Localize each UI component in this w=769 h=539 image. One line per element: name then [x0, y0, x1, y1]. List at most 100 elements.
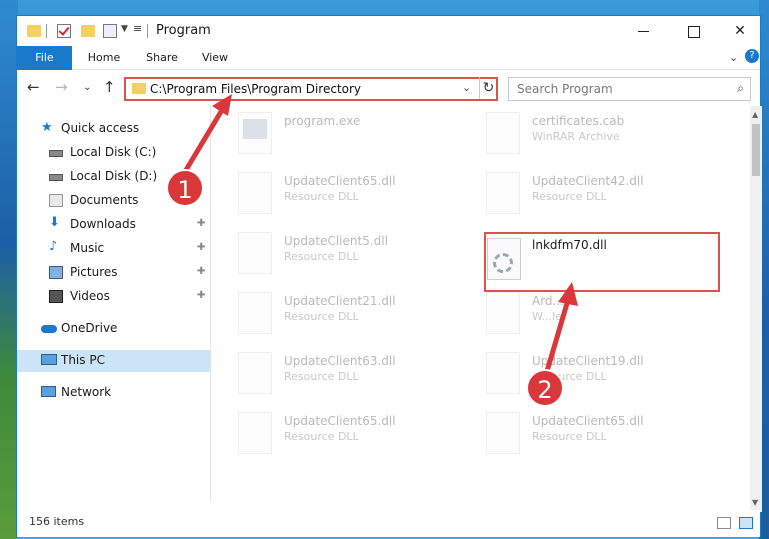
dll-icon — [238, 172, 272, 214]
properties-check-icon[interactable] — [57, 24, 71, 38]
tab-share[interactable]: Share — [137, 46, 187, 70]
file-type: Resource DLL — [284, 370, 359, 383]
vertical-scrollbar[interactable]: ▲ ▼ — [750, 106, 762, 512]
sidebar-item-videos[interactable]: Videos ✚ — [17, 286, 210, 308]
scroll-up-icon[interactable]: ▲ — [752, 110, 758, 119]
dll-icon — [486, 352, 520, 394]
file-type: Resource DLL — [284, 250, 359, 263]
file-name: UpdateClient19.dll — [532, 354, 644, 368]
file-name: certificates.cab — [532, 114, 625, 128]
customize-toolbar-icon[interactable]: ≡ — [133, 22, 142, 38]
file-name: UpdateClient65.dll — [532, 414, 644, 428]
sidebar-item-downloads[interactable]: ⬇ Downloads ✚ — [17, 214, 210, 236]
sidebar-item-label: Quick access — [61, 121, 140, 135]
file-name: UpdateClient42.dll — [532, 174, 644, 188]
dll-icon — [238, 292, 272, 334]
sidebar-item-network[interactable]: Network — [17, 382, 210, 404]
file-type: W...le — [532, 310, 562, 323]
expand-ribbon-icon[interactable]: ⌄ — [729, 51, 738, 64]
gear-icon — [493, 253, 513, 273]
file-item[interactable]: UpdateClient19.dll Resource DLL — [460, 348, 700, 404]
explorer-window: ▼ ≡ Program ✕ File Home Share View ⌄ ? ←… — [16, 15, 762, 537]
quick-access-dropdown-icon[interactable]: ▼ — [121, 24, 128, 40]
title-bar: ▼ ≡ Program ✕ — [17, 16, 760, 46]
file-item[interactable]: UpdateClient65.dll Resource DLL — [212, 408, 452, 464]
minimize-button[interactable] — [621, 16, 667, 46]
file-item-selected[interactable]: lnkdfm70.dll — [484, 232, 720, 292]
file-item[interactable]: certificates.cab WinRAR Archive — [460, 108, 700, 164]
sidebar-item-pictures[interactable]: Pictures ✚ — [17, 262, 210, 284]
pin-icon[interactable]: ✚ — [197, 218, 205, 229]
chevron-down-icon[interactable]: ⌄ — [462, 81, 471, 94]
file-type: Resource DLL — [284, 310, 359, 323]
sidebar-item-local-disk-c[interactable]: Local Disk (C:) — [17, 142, 210, 164]
maximize-button[interactable] — [671, 16, 717, 46]
refresh-icon[interactable]: ↻ — [479, 77, 497, 99]
rename-icon[interactable] — [103, 24, 117, 38]
sidebar-item-quick-access[interactable]: ★ Quick access — [17, 118, 210, 140]
search-placeholder: Search Program — [517, 82, 613, 96]
file-item[interactable]: UpdateClient65.dll Resource DLL — [460, 408, 700, 464]
sidebar-item-label: Downloads — [70, 217, 136, 231]
address-path[interactable]: C:\Program Files\Program Directory — [150, 82, 361, 96]
pin-icon[interactable]: ✚ — [197, 290, 205, 301]
pictures-icon — [49, 266, 63, 279]
videos-icon — [49, 290, 63, 303]
sidebar-item-label: Local Disk (C:) — [70, 145, 157, 159]
folder-icon — [132, 83, 146, 94]
file-item[interactable]: UpdateClient65.dll Resource DLL — [212, 168, 452, 224]
tab-view[interactable]: View — [193, 46, 237, 70]
scroll-down-icon[interactable]: ▼ — [752, 498, 758, 507]
new-folder-icon[interactable] — [81, 25, 95, 37]
sidebar-item-label: Music — [70, 241, 105, 255]
file-item[interactable]: UpdateClient42.dll Resource DLL — [460, 168, 700, 224]
sidebar-item-onedrive[interactable]: OneDrive — [17, 318, 210, 340]
up-button[interactable]: ↑ — [103, 78, 116, 96]
close-button[interactable]: ✕ — [717, 16, 763, 46]
file-type: Resource DLL — [532, 430, 607, 443]
sidebar-item-music[interactable]: ♪ Music ✚ — [17, 238, 210, 260]
back-button[interactable]: ← — [27, 78, 40, 96]
file-item[interactable]: UpdateClient5.dll Resource DLL — [212, 228, 452, 284]
archive-icon — [486, 112, 520, 154]
sidebar-item-label: Videos — [70, 289, 110, 303]
file-type: WinRAR Archive — [532, 130, 620, 143]
music-icon: ♪ — [49, 239, 58, 254]
file-name: UpdateClient65.dll — [284, 174, 396, 188]
file-name: UpdateClient65.dll — [284, 414, 396, 428]
large-icons-view-icon[interactable] — [739, 517, 753, 529]
drive-icon — [49, 174, 63, 181]
search-icon[interactable]: ⌕ — [737, 81, 744, 96]
dll-icon — [487, 238, 521, 280]
sidebar-item-this-pc[interactable]: This PC — [17, 350, 210, 372]
sidebar-item-label: This PC — [61, 353, 105, 367]
file-item[interactable]: program.exe — [212, 108, 452, 164]
computer-icon — [41, 354, 57, 365]
item-count: 156 items — [29, 515, 85, 528]
step-marker-2: 2 — [526, 369, 564, 407]
file-item[interactable]: UpdateClient21.dll Resource DLL — [212, 288, 452, 344]
dll-icon — [486, 172, 520, 214]
pin-icon[interactable]: ✚ — [197, 266, 205, 277]
star-icon: ★ — [41, 120, 53, 135]
search-input[interactable]: Search Program ⌕ — [508, 77, 751, 101]
forward-button[interactable]: → — [55, 78, 68, 96]
file-item[interactable]: Ard...rd W...le — [460, 288, 700, 344]
recent-locations-button[interactable]: ⌄ — [83, 82, 91, 93]
file-item[interactable]: UpdateClient63.dll Resource DLL — [212, 348, 452, 404]
pin-icon[interactable]: ✚ — [197, 242, 205, 253]
scroll-thumb[interactable] — [752, 124, 760, 176]
pane-divider[interactable] — [210, 106, 211, 502]
drive-icon — [49, 150, 63, 157]
sidebar-item-label: OneDrive — [61, 321, 118, 335]
title-separator — [147, 24, 148, 38]
details-view-icon[interactable] — [717, 517, 731, 529]
status-bar: 156 items — [17, 510, 760, 537]
tab-file[interactable]: File — [17, 46, 72, 70]
ribbon-tabs: File Home Share View ⌄ ? — [17, 46, 760, 70]
navigation-bar: ← → ⌄ ↑ C:\Program Files\Program Directo… — [17, 72, 760, 104]
toolbar-separator — [46, 24, 47, 38]
address-bar[interactable]: C:\Program Files\Program Directory ⌄ ↻ — [124, 77, 498, 101]
tab-home[interactable]: Home — [79, 46, 129, 70]
help-icon[interactable]: ? — [745, 49, 759, 63]
